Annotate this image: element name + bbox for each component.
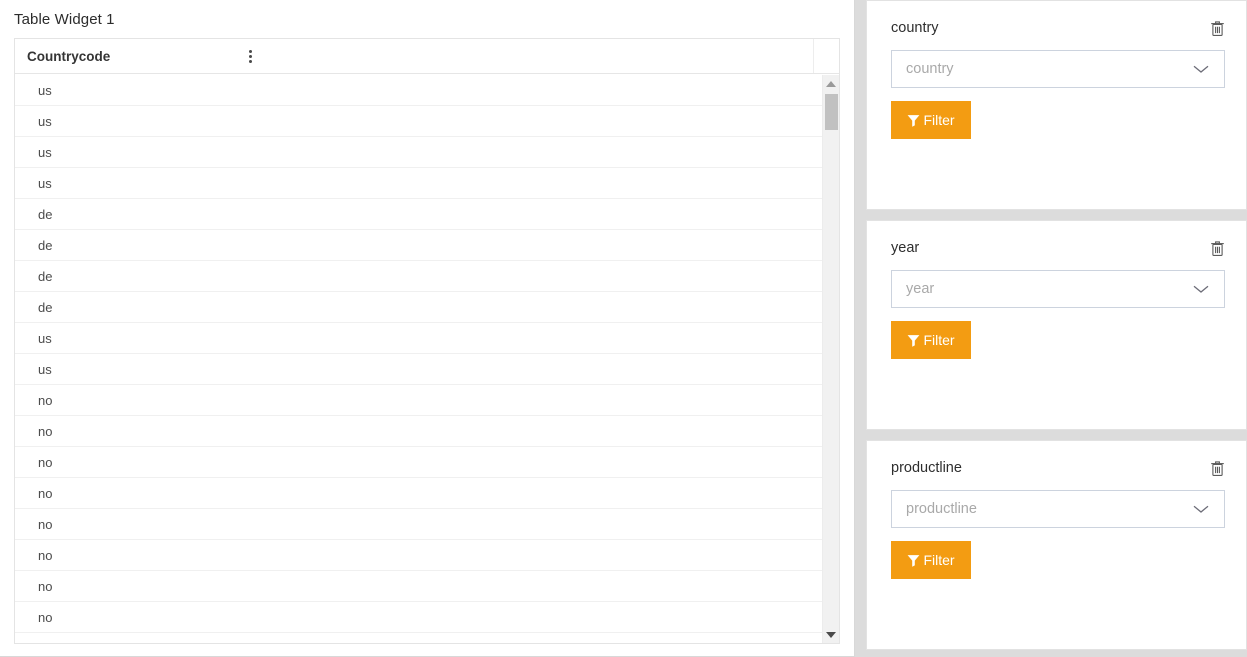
filter-select-year[interactable]: year: [891, 270, 1225, 308]
header-filler: [266, 39, 839, 73]
filter-select-country[interactable]: country: [891, 50, 1225, 88]
table-vertical-scrollbar[interactable]: [822, 75, 839, 643]
table-cell-countrycode: no: [38, 547, 53, 563]
table-cell-countrycode: us: [38, 82, 52, 98]
table-row[interactable]: us: [15, 168, 839, 199]
filter-panel-year: year year Filter: [866, 220, 1247, 430]
table-header-row: Countrycode: [15, 39, 839, 74]
table-row[interactable]: no: [15, 385, 839, 416]
scroll-down-arrow-icon[interactable]: [823, 626, 839, 643]
scroll-up-arrow-icon[interactable]: [823, 75, 839, 92]
scrollbar-thumb[interactable]: [825, 94, 838, 130]
table-row[interactable]: [15, 633, 839, 643]
dashboard-root: Table Widget 1 Countrycode us us us us de de d…: [0, 0, 1247, 657]
column-header-countrycode[interactable]: Countrycode: [15, 39, 266, 73]
table-row[interactable]: no: [15, 540, 839, 571]
table-body[interactable]: us us us us de de de de us us no no no no no no no no: [15, 75, 839, 643]
table-cell-countrycode: us: [38, 361, 52, 377]
table-row[interactable]: no: [15, 509, 839, 540]
funnel-icon: [907, 554, 920, 567]
table-cell-countrycode: us: [38, 330, 52, 346]
filter-select-value: productline: [906, 501, 977, 517]
table-cell-countrycode: de: [38, 206, 53, 222]
filter-panel-header: year: [891, 239, 1225, 261]
trash-icon[interactable]: [1210, 19, 1225, 37]
filter-panel-title: country: [891, 20, 939, 36]
table-row[interactable]: no: [15, 478, 839, 509]
scroll-down-triangle: [826, 631, 836, 638]
scroll-up-triangle: [826, 80, 836, 87]
filter-panel-title: year: [891, 240, 920, 256]
table-row[interactable]: us: [15, 323, 839, 354]
table-cell-countrycode: no: [38, 516, 53, 532]
table-cell-countrycode: de: [38, 268, 53, 284]
filter-button[interactable]: Filter: [891, 541, 971, 579]
filter-panel-title: productline: [891, 460, 962, 476]
filter-button[interactable]: Filter: [891, 321, 971, 359]
chevron-down-icon[interactable]: [1191, 63, 1211, 75]
funnel-icon: [907, 114, 920, 127]
table-cell-countrycode: no: [38, 609, 53, 625]
table-cell-countrycode: no: [38, 423, 53, 439]
table-row[interactable]: de: [15, 261, 839, 292]
table-row[interactable]: us: [15, 137, 839, 168]
filter-panel-country: country country Filter: [866, 0, 1247, 210]
kebab-menu-icon[interactable]: [249, 49, 266, 63]
trash-icon[interactable]: [1210, 459, 1225, 477]
table-row[interactable]: de: [15, 292, 839, 323]
table-cell-countrycode: no: [38, 578, 53, 594]
table-cell-countrycode: no: [38, 454, 53, 470]
filter-button-label: Filter: [923, 552, 955, 568]
table-widget-title: Table Widget 1: [14, 11, 115, 28]
trash-icon[interactable]: [1210, 239, 1225, 257]
table-row[interactable]: us: [15, 106, 839, 137]
filter-select-value: country: [906, 61, 954, 77]
table-row[interactable]: us: [15, 75, 839, 106]
filter-panel-header: country: [891, 19, 1225, 41]
filter-panel-header: productline: [891, 459, 1225, 481]
table-frame: Countrycode us us us us de de de de us us no no no no…: [14, 38, 840, 644]
filter-button[interactable]: Filter: [891, 101, 971, 139]
header-divider: [813, 39, 814, 73]
table-cell-countrycode: no: [38, 392, 53, 408]
table-cell-countrycode: no: [38, 485, 53, 501]
table-widget: Table Widget 1 Countrycode us us us us de de d…: [0, 0, 855, 657]
chevron-down-icon[interactable]: [1191, 283, 1211, 295]
table-row[interactable]: de: [15, 230, 839, 261]
filter-panel-list: country country Filter year year Filter produc…: [866, 0, 1247, 657]
table-row[interactable]: no: [15, 602, 839, 633]
table-row[interactable]: no: [15, 571, 839, 602]
table-row[interactable]: no: [15, 416, 839, 447]
filter-select-value: year: [906, 281, 935, 297]
table-row[interactable]: us: [15, 354, 839, 385]
filter-panel-productline: productline productline Filter: [866, 440, 1247, 650]
table-cell-countrycode: us: [38, 175, 52, 191]
table-cell-countrycode: us: [38, 113, 52, 129]
table-cell-countrycode: us: [38, 144, 52, 160]
table-row[interactable]: no: [15, 447, 839, 478]
column-header-label: Countrycode: [27, 48, 111, 64]
table-cell-countrycode: de: [38, 299, 53, 315]
funnel-icon: [907, 334, 920, 347]
table-row[interactable]: de: [15, 199, 839, 230]
filter-button-label: Filter: [923, 112, 955, 128]
chevron-down-icon[interactable]: [1191, 503, 1211, 515]
filter-button-label: Filter: [923, 332, 955, 348]
filter-select-productline[interactable]: productline: [891, 490, 1225, 528]
table-cell-countrycode: de: [38, 237, 53, 253]
